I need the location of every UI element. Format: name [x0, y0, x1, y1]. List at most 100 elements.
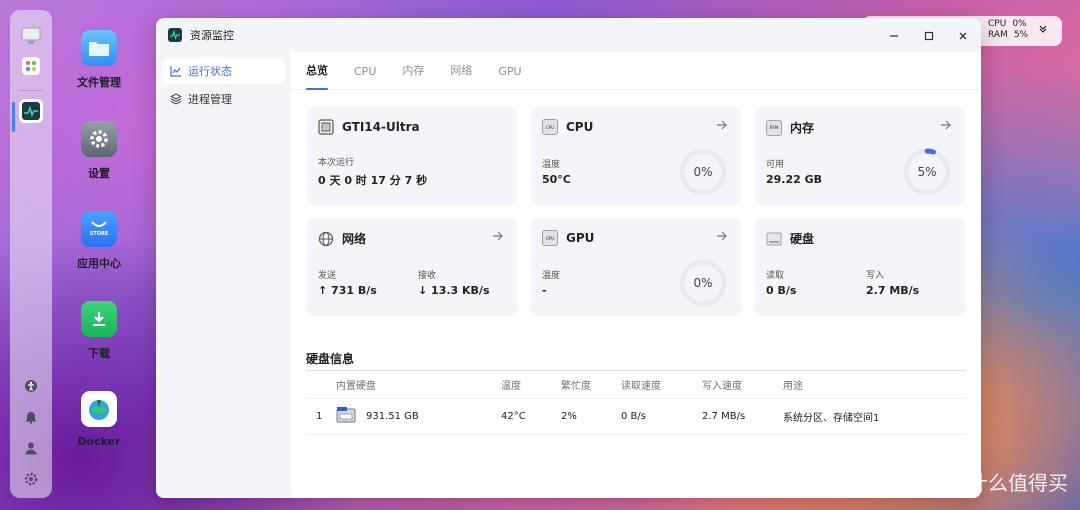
widget-cpu-label: CPU — [988, 19, 1007, 29]
settings-gear-icon — [81, 121, 117, 157]
arrow-right-icon[interactable] — [716, 230, 728, 245]
cpu-card[interactable]: CPU CPU 温度 50°C 0% — [530, 107, 742, 205]
row-disk-cell: 931.51 GB — [336, 398, 501, 435]
gpu-card-title: GPU — [566, 231, 595, 245]
desktop-icon-label: 文件管理 — [77, 76, 121, 89]
desktop-icon-download[interactable]: 下载 — [66, 301, 132, 361]
memory-card[interactable]: RAM 内存 可用 29.22 GB 5% — [754, 107, 966, 205]
resource-monitor-window: 资源监控 运行状态 进程管理 总览 CPU 内存 网络 GPU GTI14-Ul… — [156, 18, 981, 498]
gpu-icon: GPU — [542, 230, 558, 246]
sidebar-item-label: 运行状态 — [188, 65, 232, 78]
row-write: 2.7 MB/s — [702, 398, 783, 435]
disk-read-label: 读取 — [766, 271, 785, 281]
tab-gpu[interactable]: GPU — [498, 65, 521, 89]
store-badge: STORE — [89, 231, 109, 237]
desktop-icon-settings[interactable]: 设置 — [66, 121, 132, 181]
row-disk-size: 931.51 GB — [366, 411, 419, 422]
accessibility-icon[interactable] — [24, 378, 38, 397]
sidebar: 运行状态 进程管理 — [156, 52, 291, 498]
memory-card-title: 内存 — [790, 121, 815, 135]
network-recv-label: 接收 — [418, 271, 437, 281]
watermark: 值 什么值得买 — [934, 467, 1068, 496]
desktop-icon-label: 设置 — [88, 167, 110, 180]
column-header-disk: 内置硬盘 — [336, 370, 501, 399]
memory-avail-label: 可用 — [766, 160, 785, 170]
store-icon: STORE — [81, 211, 117, 247]
dock-active-indicator — [12, 102, 15, 132]
monitor-icon[interactable] — [19, 24, 43, 48]
watermark-logo: 值 — [934, 467, 962, 496]
uptime-label: 本次运行 — [318, 158, 355, 168]
network-card[interactable]: 网络 发送 ↑ 731 B/s 接收 ↓ 13.3 KB/s — [306, 218, 518, 316]
table-header-row: 内置硬盘 温度 繁忙度 读取速度 写入速度 用途 — [306, 370, 966, 399]
gpu-temp-value: - — [542, 284, 547, 297]
disk-write-label: 写入 — [866, 271, 885, 281]
sidebar-item-process-manager[interactable]: 进程管理 — [162, 86, 285, 112]
layers-icon — [170, 93, 182, 105]
gpu-usage-value: 0% — [693, 276, 713, 290]
window-titlebar[interactable]: 资源监控 — [156, 18, 981, 52]
cpu-icon: CPU — [542, 119, 558, 135]
cpu-usage-value: 0% — [693, 165, 713, 179]
row-usage: 系统分区、存储空间1 — [783, 398, 966, 435]
main-panel: 总览 CPU 内存 网络 GPU GTI14-Ultra 本次运行 0 天 0 … — [291, 52, 981, 498]
memory-usage-value: 5% — [917, 165, 937, 179]
gear-icon[interactable] — [24, 471, 38, 490]
column-header-usage: 用途 — [783, 370, 966, 399]
tab-cpu[interactable]: CPU — [354, 65, 376, 89]
desktop-icon-label: Docker — [77, 435, 121, 448]
window-title: 资源监控 — [190, 29, 234, 42]
network-send-label: 发送 — [318, 271, 337, 281]
column-header-busy: 繁忙度 — [561, 370, 621, 399]
tab-overview[interactable]: 总览 — [306, 62, 328, 90]
disk-read-value: 0 B/s — [766, 284, 797, 297]
arrow-right-icon[interactable] — [716, 119, 728, 134]
desktop-icon-file-manager[interactable]: 文件管理 — [66, 30, 132, 90]
nvme-ssd-icon — [336, 406, 356, 427]
app-grid-icon[interactable] — [19, 54, 43, 78]
globe-icon — [318, 231, 334, 247]
column-header-temp: 温度 — [501, 370, 561, 399]
docker-icon — [81, 391, 117, 427]
arrow-right-icon[interactable] — [492, 230, 504, 245]
gpu-temp-label: 温度 — [542, 271, 561, 281]
chevron-down-icon[interactable] — [1038, 24, 1048, 37]
disk-info-title: 硬盘信息 — [306, 352, 355, 366]
disk-card: 硬盘 读取 0 B/s 写入 2.7 MB/s — [754, 218, 966, 316]
widget-cpu-value: 0% — [1012, 19, 1027, 29]
device-name: GTI14-Ultra — [342, 120, 420, 134]
bell-icon[interactable] — [24, 409, 38, 428]
user-icon[interactable] — [24, 440, 38, 459]
desktop-icon-app-center[interactable]: STORE 应用中心 — [66, 211, 132, 271]
ram-icon: RAM — [766, 119, 782, 136]
close-button[interactable] — [953, 26, 973, 46]
maximize-button[interactable] — [919, 26, 939, 46]
device-card: GTI14-Ultra 本次运行 0 天 0 时 17 分 7 秒 — [306, 107, 518, 205]
cpu-card-title: CPU — [566, 120, 594, 134]
row-busy: 2% — [561, 398, 621, 435]
column-header-read: 读取速度 — [621, 370, 702, 399]
row-read: 0 B/s — [621, 398, 702, 435]
minimize-button[interactable] — [884, 26, 904, 46]
disk-write-value: 2.7 MB/s — [866, 284, 920, 297]
tab-memory[interactable]: 内存 — [402, 62, 424, 89]
sidebar-item-running-status[interactable]: 运行状态 — [162, 58, 285, 84]
download-icon — [81, 301, 117, 337]
widget-ram-value: 5% — [1013, 30, 1029, 40]
dock-divider — [19, 90, 43, 91]
hard-disk-icon — [766, 231, 782, 247]
gpu-card[interactable]: GPU GPU 温度 - 0% — [530, 218, 742, 316]
resource-monitor-app-icon — [168, 28, 182, 42]
tab-bar: 总览 CPU 内存 网络 GPU — [291, 52, 981, 90]
resource-monitor-icon[interactable] — [19, 99, 43, 123]
arrow-right-icon[interactable] — [940, 119, 952, 134]
widget-ram-label: RAM — [988, 30, 1008, 40]
row-temp: 42°C — [501, 398, 561, 435]
tab-network[interactable]: 网络 — [450, 62, 472, 89]
column-header-write: 写入速度 — [702, 370, 783, 399]
line-chart-icon — [170, 65, 182, 77]
network-recv-value: ↓ 13.3 KB/s — [418, 284, 490, 297]
desktop-icon-docker[interactable]: Docker — [66, 391, 132, 448]
cpu-temp-label: 温度 — [542, 160, 561, 170]
table-row[interactable]: 1 931.51 GB 42°C 2% 0 B/s 2.7 MB/s 系统分区、… — [306, 398, 966, 435]
